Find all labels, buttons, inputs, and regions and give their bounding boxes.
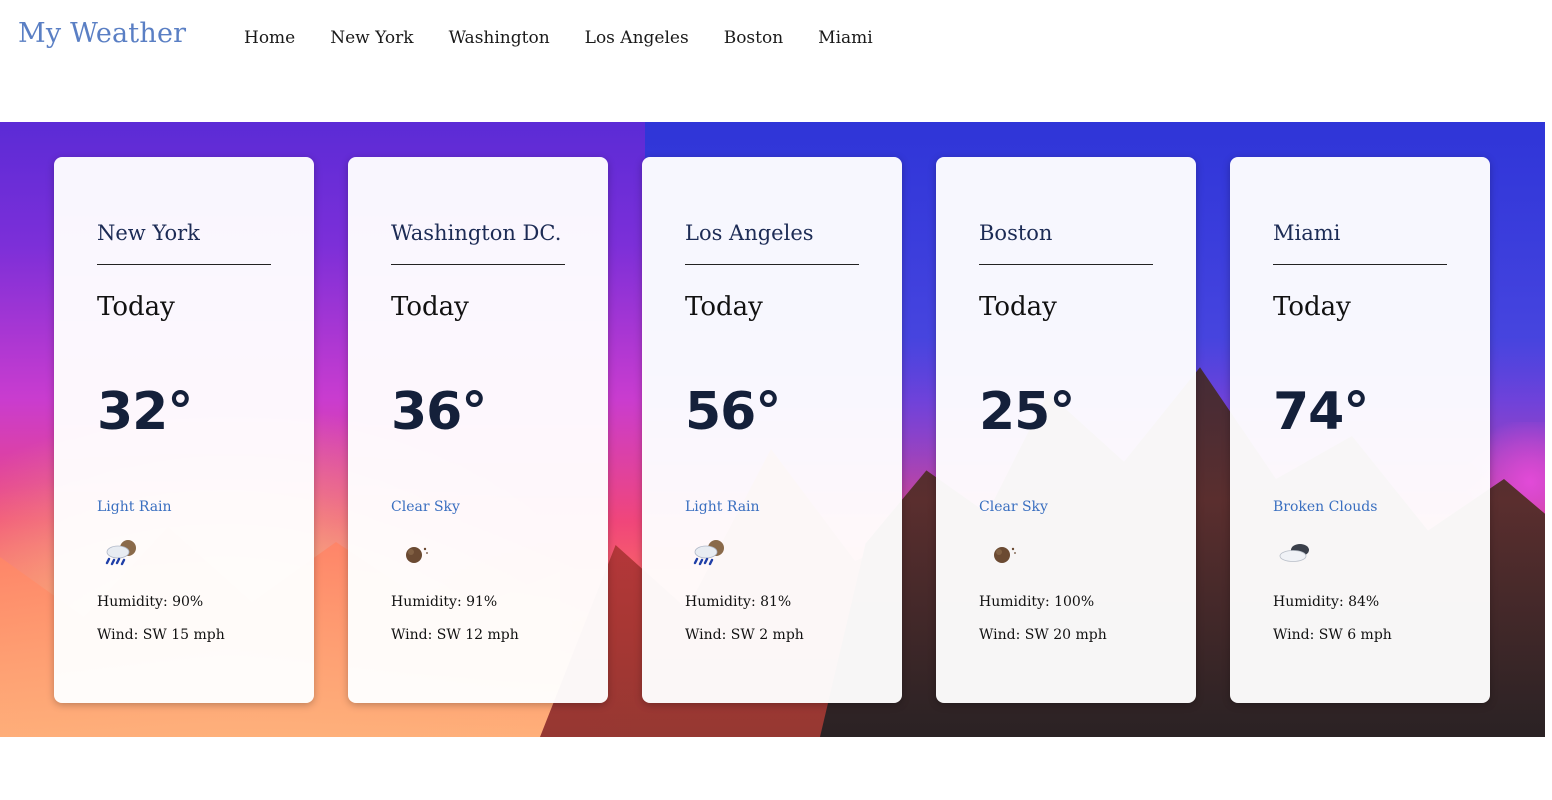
city-name: Los Angeles: [685, 221, 814, 245]
humidity-text: Humidity: 84%: [1273, 594, 1380, 610]
wind-text: Wind: SW 20 mph: [979, 627, 1107, 643]
day-label: Today: [391, 292, 469, 322]
top-navbar: My Weather Home New York Washington Los …: [0, 0, 1552, 122]
temperature: 25°: [979, 382, 1075, 442]
condition-text: Clear Sky: [391, 499, 460, 515]
condition-text: Clear Sky: [979, 499, 1048, 515]
clear-night-icon: [406, 547, 428, 563]
temperature: 36°: [391, 382, 487, 442]
brand-logo-link[interactable]: My Weather: [18, 18, 186, 49]
divider: [685, 264, 859, 265]
main-nav: Home New York Washington Los Angeles Bos…: [244, 28, 873, 48]
wind-text: Wind: SW 2 mph: [685, 627, 804, 643]
humidity-text: Humidity: 90%: [97, 594, 204, 610]
weather-card-boston: Boston Today 25° Clear Sky Humidity: 100…: [936, 157, 1196, 703]
weather-cards: New York Today 32° Light Rain Humidity: …: [54, 157, 1490, 703]
wind-text: Wind: SW 15 mph: [97, 627, 225, 643]
clear-night-icon: [994, 547, 1016, 563]
nav-link-washington[interactable]: Washington: [449, 28, 550, 48]
divider: [391, 264, 565, 265]
temperature: 74°: [1273, 382, 1369, 442]
condition-text: Light Rain: [97, 499, 172, 515]
nav-link-new-york[interactable]: New York: [330, 28, 413, 48]
nav-link-los-angeles[interactable]: Los Angeles: [585, 28, 689, 48]
rain-cloud-icon: [105, 540, 136, 566]
city-name: New York: [97, 221, 200, 245]
temperature: 32°: [97, 382, 193, 442]
condition-text: Broken Clouds: [1273, 499, 1378, 515]
day-label: Today: [1273, 292, 1351, 322]
city-name: Boston: [979, 221, 1053, 245]
nav-link-boston[interactable]: Boston: [724, 28, 783, 48]
weather-card-new-york: New York Today 32° Light Rain Humidity: …: [54, 157, 314, 703]
nav-link-miami[interactable]: Miami: [818, 28, 873, 48]
day-label: Today: [685, 292, 763, 322]
divider: [1273, 264, 1447, 265]
divider: [97, 264, 271, 265]
nav-link-home[interactable]: Home: [244, 28, 295, 48]
weather-card-washington: Washington DC. Today 36° Clear Sky Humid…: [348, 157, 608, 703]
city-name: Washington DC.: [391, 221, 562, 245]
wind-text: Wind: SW 12 mph: [391, 627, 519, 643]
day-label: Today: [97, 292, 175, 322]
weather-card-los-angeles: Los Angeles Today 56° Light Rain Humidit…: [642, 157, 902, 703]
temperature: 56°: [685, 382, 781, 442]
day-label: Today: [979, 292, 1057, 322]
humidity-text: Humidity: 100%: [979, 594, 1095, 610]
humidity-text: Humidity: 91%: [391, 594, 498, 610]
broken-clouds-icon: [1279, 544, 1309, 562]
weather-card-miami: Miami Today 74° Broken Clouds Humidity: …: [1230, 157, 1490, 703]
city-name: Miami: [1273, 221, 1341, 245]
humidity-text: Humidity: 81%: [685, 594, 792, 610]
divider: [979, 264, 1153, 265]
wind-text: Wind: SW 6 mph: [1273, 627, 1392, 643]
condition-text: Light Rain: [685, 499, 760, 515]
rain-cloud-icon: [693, 540, 724, 566]
